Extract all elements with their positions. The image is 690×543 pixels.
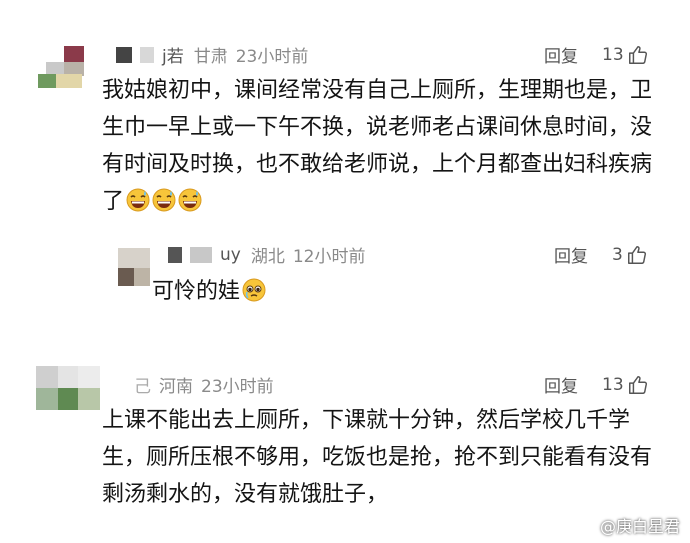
timestamp: 12小时前 xyxy=(292,247,366,267)
thumbs-up-icon[interactable] xyxy=(626,244,648,266)
reply-text: 可怜的娃 xyxy=(152,273,452,310)
reply-button[interactable]: 回复 xyxy=(554,242,588,267)
grinning-sweat-emoji xyxy=(126,187,150,212)
username-blur xyxy=(140,46,154,63)
grinning-sweat-emoji xyxy=(178,187,202,212)
username[interactable]: 己 xyxy=(134,372,151,397)
like-count: 13 xyxy=(602,374,624,395)
location: 甘肃 xyxy=(193,47,228,67)
username[interactable]: j若 xyxy=(162,42,184,67)
watermark: @庚白星君 xyxy=(568,513,680,537)
avatar[interactable] xyxy=(38,44,88,90)
watermark-text: @庚白星君 xyxy=(599,517,680,536)
reply-button[interactable]: 回复 xyxy=(544,372,578,397)
comment-text: 上课不能出去上厕所，下课就十分钟，然后学校几千学生，厕所压根不够用，吃饭也是抢，… xyxy=(102,402,662,513)
username-blur xyxy=(168,246,182,263)
thumbs-up-icon[interactable] xyxy=(627,374,649,396)
timestamp: 23小时前 xyxy=(201,377,274,397)
like-count: 13 xyxy=(602,44,624,65)
weibo-logo-icon xyxy=(568,515,596,535)
pleading-emoji xyxy=(242,277,266,302)
username-blur xyxy=(190,246,212,263)
location: 湖北 xyxy=(250,247,285,267)
username[interactable]: uy xyxy=(220,245,241,265)
like-count: 3 xyxy=(612,244,623,265)
reply-button[interactable]: 回复 xyxy=(544,42,578,67)
username-blur xyxy=(116,46,132,63)
avatar[interactable] xyxy=(36,366,100,410)
comment-body: 上课不能出去上厕所，下课就十分钟，然后学校几千学生，厕所压根不够用，吃饭也是抢，… xyxy=(102,408,653,507)
avatar[interactable] xyxy=(118,248,150,286)
location: 河南 xyxy=(159,377,193,397)
grinning-sweat-emoji xyxy=(152,187,176,212)
reply-body: 可怜的娃 xyxy=(152,279,241,304)
thumbs-up-icon[interactable] xyxy=(627,44,649,66)
comment-text: 我姑娘初中，课间经常没有自己上厕所，生理期也是，卫生巾一早上或一下午不换，说老师… xyxy=(102,72,662,220)
timestamp: 23小时前 xyxy=(235,47,309,67)
